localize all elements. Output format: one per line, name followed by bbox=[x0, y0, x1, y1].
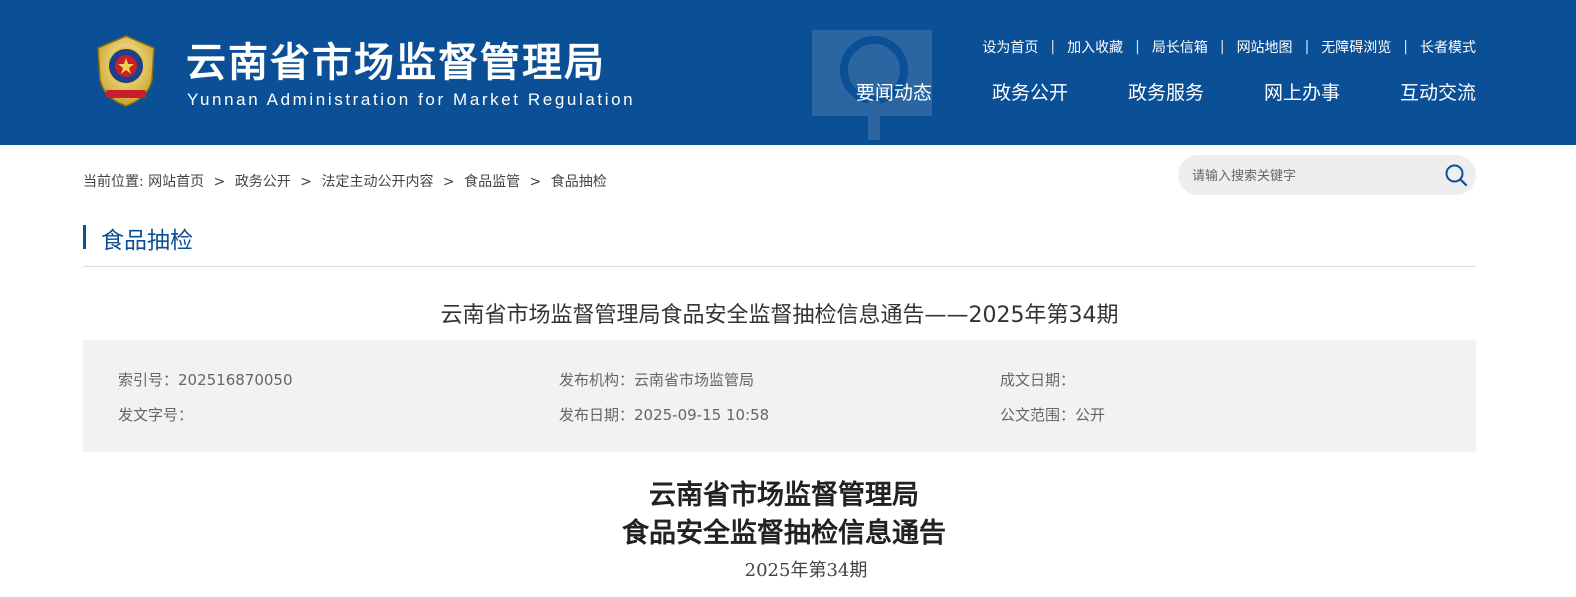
add-favorite-link[interactable]: 加入收藏 bbox=[1067, 37, 1123, 57]
link-separator: | bbox=[1304, 39, 1310, 55]
meta-publisher: 发布机构：云南省市场监管局 bbox=[559, 371, 755, 389]
breadcrumb-separator: > bbox=[300, 174, 312, 190]
link-separator: | bbox=[1135, 39, 1140, 55]
article-title: 云南省市场监督管理局食品安全监督抽检信息通告——2025年第34期 bbox=[440, 303, 1119, 328]
breadcrumb-prefix: 当前位置: bbox=[83, 174, 144, 190]
meta-index-no: 索引号：202516870050 bbox=[118, 371, 293, 389]
nav-item-interaction[interactable]: 互动交流 bbox=[1400, 78, 1476, 105]
site-map-link[interactable]: 网站地图 bbox=[1237, 37, 1293, 57]
breadcrumb-separator: > bbox=[213, 174, 226, 190]
director-mailbox-link[interactable]: 局长信箱 bbox=[1152, 37, 1208, 57]
nav-item-news[interactable]: 要闻动态 bbox=[856, 78, 932, 105]
set-homepage-link[interactable]: 设为首页 bbox=[982, 37, 1038, 57]
meta-scope: 公文范围：公开 bbox=[1000, 406, 1106, 424]
site-title[interactable]: 云南省市场监督管理局 bbox=[186, 30, 606, 88]
top-links: 设为首页 | 加入收藏 | 局长信箱 | 网站地图 | 无障碍浏览 | 长者模式 bbox=[982, 37, 1476, 57]
breadcrumb-item-home[interactable]: 网站首页 bbox=[148, 174, 204, 190]
search-input[interactable] bbox=[1190, 163, 1434, 189]
content-heading-line1: 云南省市场监督管理局 bbox=[649, 480, 919, 511]
search-icon[interactable] bbox=[1444, 163, 1468, 187]
link-separator: | bbox=[1403, 39, 1408, 55]
breadcrumb-separator: > bbox=[529, 174, 542, 190]
nav-item-services[interactable]: 政务服务 bbox=[1128, 78, 1204, 105]
section-accent-bar bbox=[83, 225, 86, 249]
section-title: 食品抽检 bbox=[101, 228, 193, 254]
accessibility-link[interactable]: 无障碍浏览 bbox=[1321, 37, 1391, 57]
link-separator: | bbox=[1219, 39, 1225, 55]
site-header: 云南省市场监督管理局 Yunnan Administration for Mar… bbox=[0, 0, 1576, 145]
breadcrumb-item-food-supervision[interactable]: 食品监管 bbox=[464, 174, 520, 190]
content-issue-number: 2025年第34期 bbox=[744, 560, 868, 581]
site-subtitle: Yunnan Administration for Market Regulat… bbox=[187, 90, 636, 109]
breadcrumb-item-gov-affairs[interactable]: 政务公开 bbox=[235, 174, 291, 190]
content-heading-line2: 食品安全监督抽检信息通告 bbox=[622, 518, 946, 549]
nav-item-online-office[interactable]: 网上办事 bbox=[1264, 78, 1340, 105]
meta-publish-date: 发布日期：2025-09-15 10:58 bbox=[559, 406, 770, 424]
breadcrumb-separator: > bbox=[442, 174, 455, 190]
main-nav: 要闻动态 政务公开 政务服务 网上办事 互动交流 bbox=[856, 78, 1476, 105]
breadcrumb-item-food-sampling[interactable]: 食品抽检 bbox=[551, 174, 607, 190]
article-meta-box: 索引号：202516870050 发布机构：云南省市场监管局 成文日期： 发文字… bbox=[83, 340, 1476, 452]
section-divider bbox=[83, 266, 1476, 267]
national-emblem-icon[interactable] bbox=[92, 34, 160, 108]
meta-doc-no: 发文字号： bbox=[118, 406, 194, 424]
elderly-mode-link[interactable]: 长者模式 bbox=[1420, 37, 1476, 57]
nav-item-government-affairs[interactable]: 政务公开 bbox=[992, 78, 1068, 105]
search-box bbox=[1178, 155, 1476, 195]
link-separator: | bbox=[1050, 39, 1056, 55]
breadcrumb: 当前位置: 网站首页 > 政务公开 > 法定主动公开内容 > 食品监管 > 食品… bbox=[83, 171, 607, 191]
breadcrumb-item-statutory-content[interactable]: 法定主动公开内容 bbox=[321, 174, 433, 190]
meta-created-date: 成文日期： bbox=[1000, 371, 1076, 389]
